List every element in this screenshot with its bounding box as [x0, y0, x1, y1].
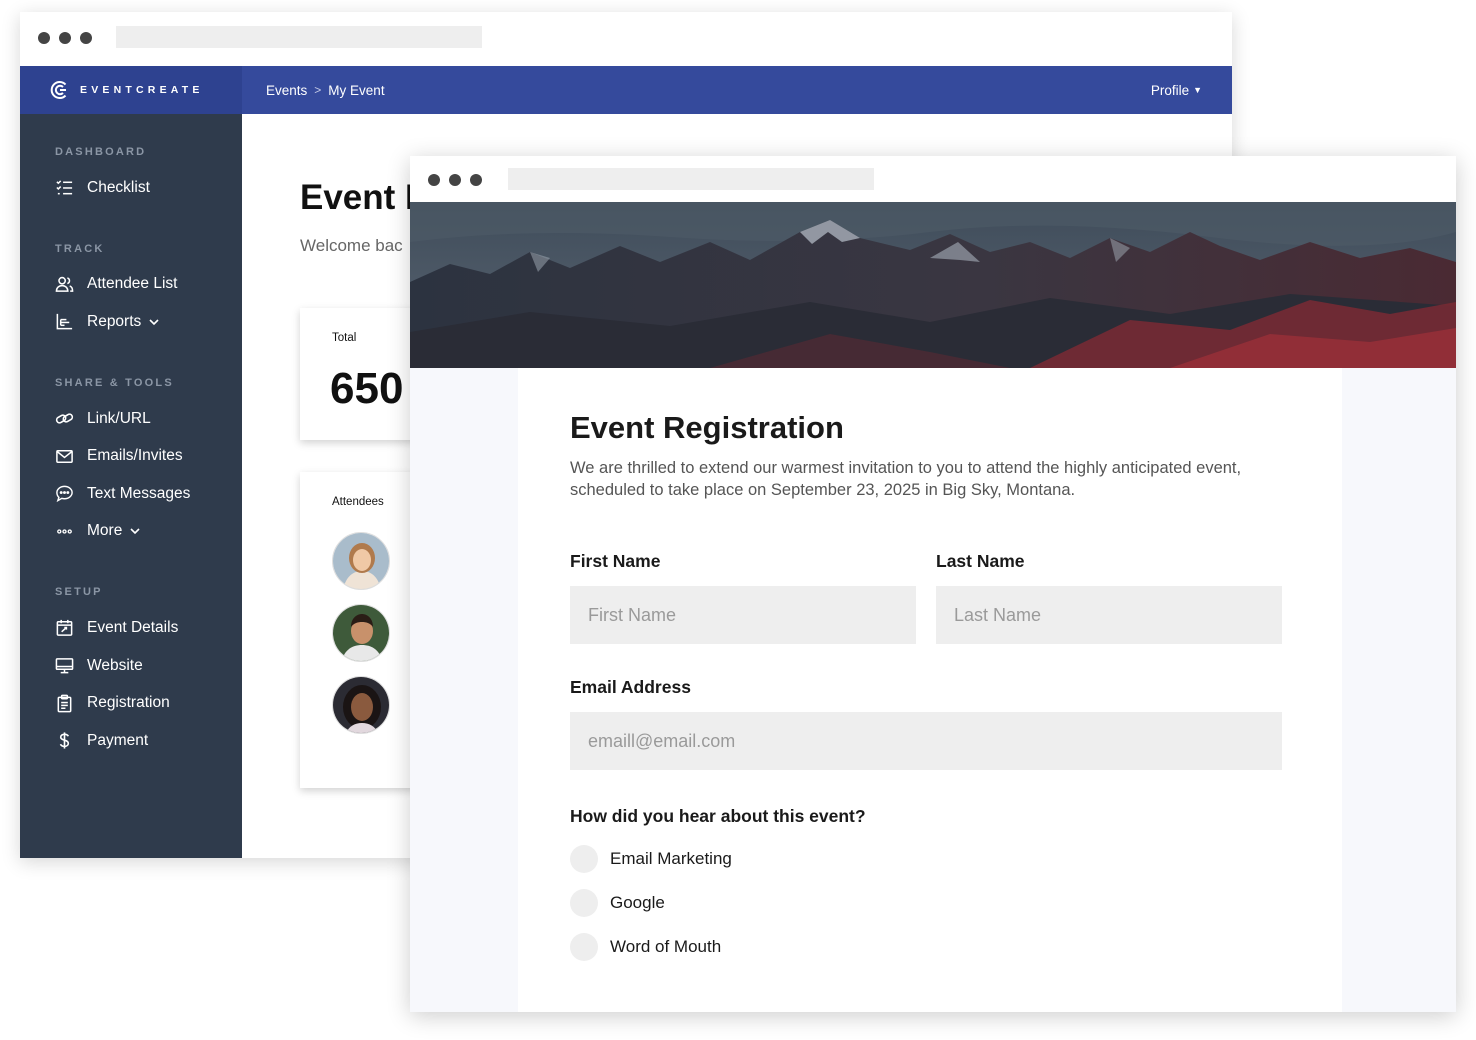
breadcrumb-separator: > — [314, 83, 322, 97]
attendee-photo — [333, 533, 389, 589]
address-bar[interactable] — [116, 26, 482, 48]
registration-window: Event Registration We are thrilled to ex… — [410, 156, 1456, 1012]
radio-option-email-marketing[interactable]: Email Marketing — [570, 845, 732, 873]
brand[interactable]: EVENTCREATE — [20, 66, 242, 114]
sms-icon — [56, 485, 73, 503]
breadcrumb-events[interactable]: Events — [266, 83, 307, 98]
link-icon — [55, 413, 74, 424]
sidebar-item-event-details[interactable]: Event Details — [20, 609, 242, 647]
sidebar-section-share-tools: SHARE & TOOLS — [55, 376, 174, 389]
window-dot-icon[interactable] — [38, 32, 50, 44]
sidebar-item-label: More — [87, 522, 123, 540]
mail-icon — [56, 449, 73, 463]
avatar[interactable] — [332, 532, 390, 590]
sidebar-item-label: Checklist — [87, 178, 150, 196]
last-name-label: Last Name — [936, 551, 1025, 571]
radio-option-google[interactable]: Google — [570, 889, 665, 917]
radio-option-word-of-mouth[interactable]: Word of Mouth — [570, 933, 721, 961]
caret-down-icon: ▼ — [1193, 85, 1202, 95]
email-input[interactable] — [570, 712, 1282, 770]
more-icon — [57, 529, 72, 534]
browser-chrome — [410, 156, 1456, 202]
dollar-icon — [59, 732, 70, 749]
profile-menu[interactable]: Profile ▼ — [1151, 66, 1202, 114]
registration-title: Event Registration — [570, 410, 844, 445]
window-dot-icon[interactable] — [470, 174, 482, 186]
sidebar-item-label: Registration — [87, 694, 170, 712]
sidebar-item-label: Attendee List — [87, 275, 178, 293]
sidebar-item-reports[interactable]: Reports — [20, 303, 242, 341]
radio-button[interactable] — [570, 845, 598, 873]
radio-label: Google — [610, 893, 665, 912]
first-name-input[interactable] — [570, 586, 916, 644]
radio-label: Email Marketing — [610, 849, 732, 868]
sidebar-section-dashboard: DASHBOARD — [55, 146, 147, 158]
sidebar-item-attendee-list[interactable]: Attendee List — [20, 266, 242, 304]
sidebar-item-more[interactable]: More — [20, 513, 242, 551]
window-dot-icon[interactable] — [428, 174, 440, 186]
breadcrumb: Events > My Event — [266, 66, 385, 114]
bar-chart-icon — [56, 314, 73, 330]
sidebar-item-text-messages[interactable]: Text Messages — [20, 475, 242, 513]
welcome-text: Welcome bac — [300, 236, 403, 255]
sidebar-item-label: Emails/Invites — [87, 447, 183, 465]
profile-label: Profile — [1150, 82, 1190, 98]
attendee-photo — [333, 677, 389, 733]
avatar[interactable] — [332, 676, 390, 734]
last-name-input[interactable] — [936, 586, 1282, 644]
sidebar-item-label: Link/URL — [87, 409, 151, 427]
first-name-label: First Name — [570, 551, 661, 571]
sidebar-section-setup: SETUP — [55, 586, 103, 599]
sidebar-item-label: Text Messages — [87, 484, 191, 502]
address-bar[interactable] — [508, 168, 874, 190]
total-label: Total — [332, 332, 357, 344]
brand-name: EVENTCREATE — [80, 84, 204, 96]
sidebar-item-label: Event Details — [87, 618, 179, 636]
breadcrumb-my-event[interactable]: My Event — [328, 83, 384, 98]
registration-description: We are thrilled to extend our warmest in… — [570, 459, 1242, 499]
radio-button[interactable] — [570, 889, 598, 917]
sidebar-item-link-url[interactable]: Link/URL — [20, 400, 242, 438]
sidebar-item-registration[interactable]: Registration — [20, 684, 242, 722]
window-controls — [38, 32, 92, 44]
calendar-icon — [56, 620, 73, 637]
window-dot-icon[interactable] — [80, 32, 92, 44]
sidebar-section-track: TRACK — [55, 242, 105, 255]
attendees-label: Attendees — [332, 496, 384, 508]
referral-question: How did you hear about this event? — [570, 806, 866, 826]
sidebar-item-emails-invites[interactable]: Emails/Invites — [20, 437, 242, 475]
sidebar: DASHBOARD Checklist TRACK Attendee List — [20, 114, 242, 858]
browser-chrome — [20, 12, 1232, 66]
sidebar-item-website[interactable]: Website — [20, 647, 242, 685]
sidebar-item-checklist[interactable]: Checklist — [20, 169, 242, 207]
clipboard-icon — [57, 694, 72, 712]
window-controls — [428, 174, 482, 186]
registration-form: Event Registration We are thrilled to ex… — [518, 368, 1342, 1012]
sidebar-item-label: Website — [87, 656, 143, 674]
top-navigation-bar: EVENTCREATE Events > My Event Profile ▼ — [20, 66, 1232, 114]
checklist-icon — [56, 180, 73, 195]
window-dot-icon[interactable] — [59, 32, 71, 44]
sidebar-item-payment[interactable]: Payment — [20, 722, 242, 760]
eventcreate-logo-icon — [50, 81, 67, 99]
window-dot-icon[interactable] — [449, 174, 461, 186]
email-label: Email Address — [570, 677, 691, 697]
chevron-down-icon — [130, 528, 140, 535]
total-value: 650 — [330, 364, 404, 413]
radio-label: Word of Mouth — [610, 937, 722, 956]
sidebar-item-label: Reports — [87, 312, 142, 330]
attendee-photo — [333, 605, 389, 661]
users-icon — [55, 276, 74, 292]
radio-button[interactable] — [570, 933, 598, 961]
hero-mountain-image — [410, 202, 1456, 368]
chevron-down-icon — [149, 319, 159, 326]
monitor-icon — [55, 658, 74, 674]
sidebar-item-label: Payment — [87, 731, 149, 749]
avatar[interactable] — [332, 604, 390, 662]
